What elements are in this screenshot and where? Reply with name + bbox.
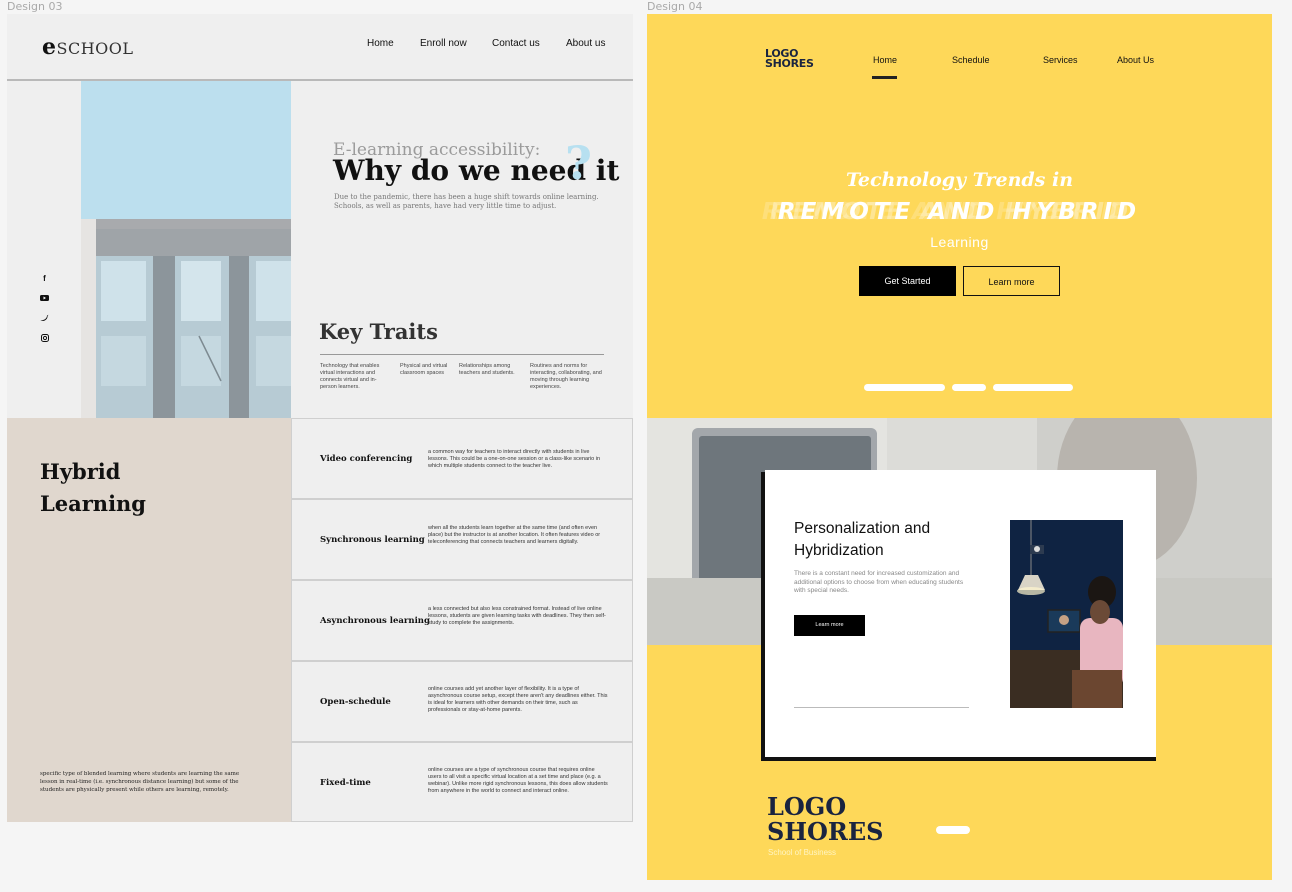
design04-frame: LOGO SHORES Home Schedule Services About… — [647, 14, 1272, 880]
d4-logo-line2: SHORES — [765, 57, 814, 70]
learn-more-button[interactable]: Learn more — [963, 266, 1060, 296]
d3-traits-divider — [320, 354, 604, 355]
design03-frame: eSCHOOL Home Enroll now Contact us About… — [7, 14, 633, 822]
facebook-icon[interactable]: f — [40, 274, 49, 283]
d3-hybrid-title: Hybrid Learning — [40, 459, 146, 516]
d4-nav-schedule[interactable]: Schedule — [952, 55, 990, 65]
row-label: Video conferencing — [320, 454, 413, 464]
question-mark-icon: ? — [565, 136, 592, 190]
d3-logo-text: SCHOOL — [56, 39, 134, 58]
d4-nav-home[interactable]: Home — [873, 55, 897, 65]
d4-nav-services[interactable]: Services — [1043, 55, 1078, 65]
d4-card-divider — [794, 707, 969, 708]
d3-nav-about[interactable]: About us — [566, 38, 605, 49]
d4-hero-line1: Technology Trends in — [845, 169, 1074, 191]
row-description: online courses are a type of synchronous… — [428, 767, 608, 794]
table-row[interactable]: Video conferencing a common way for teac… — [291, 418, 633, 499]
row-label: Asynchronous learning — [320, 616, 430, 626]
d4-logo[interactable]: LOGO SHORES — [765, 48, 814, 70]
d4-footer-tagline: School of Business — [768, 848, 837, 857]
table-row[interactable]: Synchronous learning when all the studen… — [291, 499, 633, 580]
youtube-icon[interactable] — [40, 294, 49, 303]
row-description: when all the students learn together at … — [428, 525, 601, 545]
d3-trait-1: Technology that enables virtual interact… — [320, 363, 380, 390]
row-label: Fixed-time — [320, 778, 371, 788]
d4-card-text: There is a constant need for increased c… — [794, 570, 964, 594]
row-description: online courses add yet another layer of … — [428, 686, 608, 713]
d4-card-title: Personalization and Hybridization — [794, 520, 931, 559]
carousel-dot-2[interactable] — [952, 384, 986, 391]
d3-nav-home[interactable]: Home — [367, 38, 394, 49]
frame-label-design03: Design 03 — [7, 0, 63, 13]
carousel-dot[interactable] — [936, 826, 970, 834]
row-description: a common way for teachers to interact di… — [428, 449, 601, 469]
d4-hero-line2: REMOTE AND HYBRID — [777, 199, 1142, 225]
d3-trait-3: Relationships among teachers and student… — [459, 363, 515, 376]
d3-hybrid-text: specific type of blended learning where … — [40, 771, 240, 793]
d3-building-photo — [81, 81, 291, 418]
d3-trait-4: Routines and norms for interacting, coll… — [530, 363, 602, 390]
row-label: Synchronous learning — [320, 535, 425, 545]
d3-traits-title: Key Traits — [319, 319, 438, 344]
d4-student-photo — [1010, 520, 1123, 708]
d3-logo[interactable]: eSCHOOL — [42, 34, 134, 60]
d4-nav-about[interactable]: About Us — [1117, 55, 1154, 65]
table-row[interactable]: Open-schedule online courses add yet ano… — [291, 661, 633, 742]
twitter-icon[interactable] — [40, 314, 49, 323]
d4-footer-logo-line1: LOGO — [767, 792, 847, 821]
carousel-dot-1[interactable] — [864, 384, 945, 391]
table-row[interactable]: Asynchronous learning a less connected b… — [291, 580, 633, 661]
d3-hybrid-panel: Hybrid Learning specific type of blended… — [7, 418, 291, 822]
d3-nav-enroll[interactable]: Enroll now — [420, 38, 467, 49]
row-label: Open-schedule — [320, 697, 391, 707]
carousel-dot-3[interactable] — [993, 384, 1073, 391]
d3-trait-2: Physical and virtual classroom spaces — [400, 363, 448, 376]
d4-feature-card: Personalization and Hybridization There … — [765, 470, 1156, 757]
d3-header: eSCHOOL Home Enroll now Contact us About… — [7, 14, 633, 81]
get-started-button[interactable]: Get Started — [859, 266, 956, 296]
d4-nav-active-indicator — [872, 76, 897, 79]
row-description: a less connected but also less constrain… — [428, 606, 606, 626]
table-row[interactable]: Fixed-time online courses are a type of … — [291, 742, 633, 822]
instagram-icon[interactable] — [40, 334, 49, 343]
d3-nav-contact[interactable]: Contact us — [492, 38, 540, 49]
d3-learning-types: Video conferencing a common way for teac… — [291, 418, 633, 822]
d3-intro-text: Due to the pandemic, there has been a hu… — [334, 193, 599, 210]
d3-logo-mark: e — [42, 34, 57, 60]
card-learn-more-button[interactable]: Learn more — [794, 615, 865, 636]
d4-hero-line3: Learning — [930, 234, 989, 250]
d4-footer-logo-line2: SHORES — [767, 817, 884, 846]
frame-label-design04: Design 04 — [647, 0, 703, 13]
d3-social-links: f — [40, 274, 50, 354]
d4-footer-logo[interactable]: LOGO SHORES — [767, 794, 883, 844]
